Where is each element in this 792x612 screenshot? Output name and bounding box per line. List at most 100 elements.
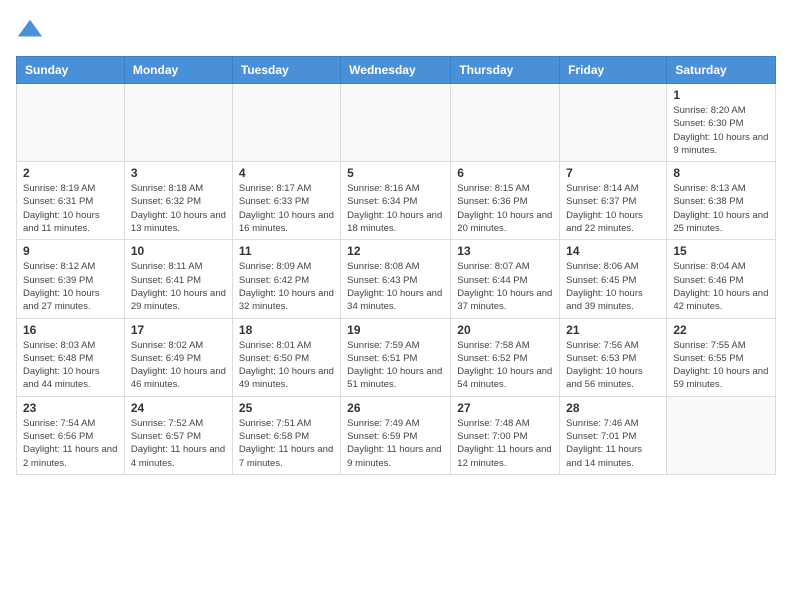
col-header-tuesday: Tuesday bbox=[232, 57, 340, 84]
col-header-thursday: Thursday bbox=[451, 57, 560, 84]
calendar-cell: 17 Sunrise: 8:02 AMSunset: 6:49 PMDayligh… bbox=[124, 318, 232, 396]
calendar-cell: 15 Sunrise: 8:04 AMSunset: 6:46 PMDayligh… bbox=[667, 240, 776, 318]
day-number: 7 bbox=[566, 166, 660, 180]
day-number: 16 bbox=[23, 323, 118, 337]
day-number: 22 bbox=[673, 323, 769, 337]
day-info: Sunrise: 8:12 AMSunset: 6:39 PMDaylight:… bbox=[23, 260, 118, 313]
day-number: 15 bbox=[673, 244, 769, 258]
calendar-cell: 21 Sunrise: 7:56 AMSunset: 6:53 PMDayligh… bbox=[560, 318, 667, 396]
calendar-header-row: SundayMondayTuesdayWednesdayThursdayFrid… bbox=[17, 57, 776, 84]
calendar-cell: 1 Sunrise: 8:20 AMSunset: 6:30 PMDaylight… bbox=[667, 84, 776, 162]
day-number: 23 bbox=[23, 401, 118, 415]
day-info: Sunrise: 8:16 AMSunset: 6:34 PMDaylight:… bbox=[347, 182, 444, 235]
day-number: 10 bbox=[131, 244, 226, 258]
day-info: Sunrise: 8:11 AMSunset: 6:41 PMDaylight:… bbox=[131, 260, 226, 313]
day-info: Sunrise: 8:04 AMSunset: 6:46 PMDaylight:… bbox=[673, 260, 769, 313]
day-info: Sunrise: 8:09 AMSunset: 6:42 PMDaylight:… bbox=[239, 260, 334, 313]
day-number: 20 bbox=[457, 323, 553, 337]
calendar-week-4: 16 Sunrise: 8:03 AMSunset: 6:48 PMDayligh… bbox=[17, 318, 776, 396]
calendar-cell: 27 Sunrise: 7:48 AMSunset: 7:00 PMDayligh… bbox=[451, 396, 560, 474]
day-info: Sunrise: 7:48 AMSunset: 7:00 PMDaylight:… bbox=[457, 417, 553, 470]
col-header-monday: Monday bbox=[124, 57, 232, 84]
day-info: Sunrise: 8:06 AMSunset: 6:45 PMDaylight:… bbox=[566, 260, 660, 313]
calendar-cell: 2 Sunrise: 8:19 AMSunset: 6:31 PMDaylight… bbox=[17, 162, 125, 240]
calendar-cell: 26 Sunrise: 7:49 AMSunset: 6:59 PMDayligh… bbox=[341, 396, 451, 474]
calendar-cell: 11 Sunrise: 8:09 AMSunset: 6:42 PMDayligh… bbox=[232, 240, 340, 318]
day-number: 24 bbox=[131, 401, 226, 415]
day-info: Sunrise: 7:54 AMSunset: 6:56 PMDaylight:… bbox=[23, 417, 118, 470]
calendar-cell: 16 Sunrise: 8:03 AMSunset: 6:48 PMDayligh… bbox=[17, 318, 125, 396]
calendar-cell bbox=[560, 84, 667, 162]
day-info: Sunrise: 7:46 AMSunset: 7:01 PMDaylight:… bbox=[566, 417, 660, 470]
calendar-cell bbox=[667, 396, 776, 474]
day-number: 17 bbox=[131, 323, 226, 337]
calendar-week-2: 2 Sunrise: 8:19 AMSunset: 6:31 PMDaylight… bbox=[17, 162, 776, 240]
col-header-wednesday: Wednesday bbox=[341, 57, 451, 84]
calendar-cell: 14 Sunrise: 8:06 AMSunset: 6:45 PMDayligh… bbox=[560, 240, 667, 318]
calendar-cell bbox=[451, 84, 560, 162]
day-info: Sunrise: 7:56 AMSunset: 6:53 PMDaylight:… bbox=[566, 339, 660, 392]
calendar-cell bbox=[17, 84, 125, 162]
day-number: 26 bbox=[347, 401, 444, 415]
day-info: Sunrise: 8:13 AMSunset: 6:38 PMDaylight:… bbox=[673, 182, 769, 235]
calendar-cell: 19 Sunrise: 7:59 AMSunset: 6:51 PMDayligh… bbox=[341, 318, 451, 396]
calendar-week-1: 1 Sunrise: 8:20 AMSunset: 6:30 PMDaylight… bbox=[17, 84, 776, 162]
day-info: Sunrise: 7:59 AMSunset: 6:51 PMDaylight:… bbox=[347, 339, 444, 392]
calendar-cell: 25Sunrise: 7:51 AMSunset: 6:58 PMDayligh… bbox=[232, 396, 340, 474]
calendar-cell: 8Sunrise: 8:13 AMSunset: 6:38 PMDaylight… bbox=[667, 162, 776, 240]
day-info: Sunrise: 7:49 AMSunset: 6:59 PMDaylight:… bbox=[347, 417, 444, 470]
day-number: 18 bbox=[239, 323, 334, 337]
day-number: 11 bbox=[239, 244, 334, 258]
calendar-cell: 3 Sunrise: 8:18 AMSunset: 6:32 PMDaylight… bbox=[124, 162, 232, 240]
calendar-cell: 5 Sunrise: 8:16 AMSunset: 6:34 PMDaylight… bbox=[341, 162, 451, 240]
calendar-cell bbox=[232, 84, 340, 162]
calendar-cell: 6 Sunrise: 8:15 AMSunset: 6:36 PMDaylight… bbox=[451, 162, 560, 240]
logo-icon bbox=[16, 16, 44, 44]
day-number: 28 bbox=[566, 401, 660, 415]
day-number: 27 bbox=[457, 401, 553, 415]
calendar-cell: 22 Sunrise: 7:55 AMSunset: 6:55 PMDayligh… bbox=[667, 318, 776, 396]
day-number: 9 bbox=[23, 244, 118, 258]
calendar-cell: 9 Sunrise: 8:12 AMSunset: 6:39 PMDaylight… bbox=[17, 240, 125, 318]
day-info: Sunrise: 8:03 AMSunset: 6:48 PMDaylight:… bbox=[23, 339, 118, 392]
day-info: Sunrise: 8:07 AMSunset: 6:44 PMDaylight:… bbox=[457, 260, 553, 313]
day-info: Sunrise: 8:14 AMSunset: 6:37 PMDaylight:… bbox=[566, 182, 660, 235]
calendar-cell bbox=[124, 84, 232, 162]
calendar-cell: 20Sunrise: 7:58 AMSunset: 6:52 PMDayligh… bbox=[451, 318, 560, 396]
calendar-cell: 18 Sunrise: 8:01 AMSunset: 6:50 PMDayligh… bbox=[232, 318, 340, 396]
day-number: 4 bbox=[239, 166, 334, 180]
calendar-cell: 10 Sunrise: 8:11 AMSunset: 6:41 PMDayligh… bbox=[124, 240, 232, 318]
logo bbox=[16, 16, 48, 44]
header bbox=[16, 16, 776, 44]
calendar-cell: 12 Sunrise: 8:08 AMSunset: 6:43 PMDayligh… bbox=[341, 240, 451, 318]
calendar-cell: 28 Sunrise: 7:46 AMSunset: 7:01 PMDayligh… bbox=[560, 396, 667, 474]
day-number: 3 bbox=[131, 166, 226, 180]
day-info: Sunrise: 7:52 AMSunset: 6:57 PMDaylight:… bbox=[131, 417, 226, 470]
day-info: Sunrise: 8:18 AMSunset: 6:32 PMDaylight:… bbox=[131, 182, 226, 235]
day-number: 13 bbox=[457, 244, 553, 258]
day-info: Sunrise: 8:01 AMSunset: 6:50 PMDaylight:… bbox=[239, 339, 334, 392]
day-info: Sunrise: 8:08 AMSunset: 6:43 PMDaylight:… bbox=[347, 260, 444, 313]
calendar-week-3: 9 Sunrise: 8:12 AMSunset: 6:39 PMDaylight… bbox=[17, 240, 776, 318]
day-number: 1 bbox=[673, 88, 769, 102]
day-info: Sunrise: 7:55 AMSunset: 6:55 PMDaylight:… bbox=[673, 339, 769, 392]
day-number: 19 bbox=[347, 323, 444, 337]
day-info: Sunrise: 8:20 AMSunset: 6:30 PMDaylight:… bbox=[673, 104, 769, 157]
calendar-cell: 24 Sunrise: 7:52 AMSunset: 6:57 PMDayligh… bbox=[124, 396, 232, 474]
day-info: Sunrise: 7:51 AMSunset: 6:58 PMDaylight:… bbox=[239, 417, 334, 470]
day-number: 12 bbox=[347, 244, 444, 258]
calendar-cell bbox=[341, 84, 451, 162]
calendar-table: SundayMondayTuesdayWednesdayThursdayFrid… bbox=[16, 56, 776, 475]
day-number: 2 bbox=[23, 166, 118, 180]
day-info: Sunrise: 8:15 AMSunset: 6:36 PMDaylight:… bbox=[457, 182, 553, 235]
day-number: 14 bbox=[566, 244, 660, 258]
day-info: Sunrise: 8:19 AMSunset: 6:31 PMDaylight:… bbox=[23, 182, 118, 235]
calendar-cell: 13 Sunrise: 8:07 AMSunset: 6:44 PMDayligh… bbox=[451, 240, 560, 318]
day-info: Sunrise: 8:02 AMSunset: 6:49 PMDaylight:… bbox=[131, 339, 226, 392]
day-info: Sunrise: 8:17 AMSunset: 6:33 PMDaylight:… bbox=[239, 182, 334, 235]
day-number: 6 bbox=[457, 166, 553, 180]
day-number: 5 bbox=[347, 166, 444, 180]
calendar-cell: 4 Sunrise: 8:17 AMSunset: 6:33 PMDaylight… bbox=[232, 162, 340, 240]
day-number: 21 bbox=[566, 323, 660, 337]
calendar-cell: 7 Sunrise: 8:14 AMSunset: 6:37 PMDaylight… bbox=[560, 162, 667, 240]
